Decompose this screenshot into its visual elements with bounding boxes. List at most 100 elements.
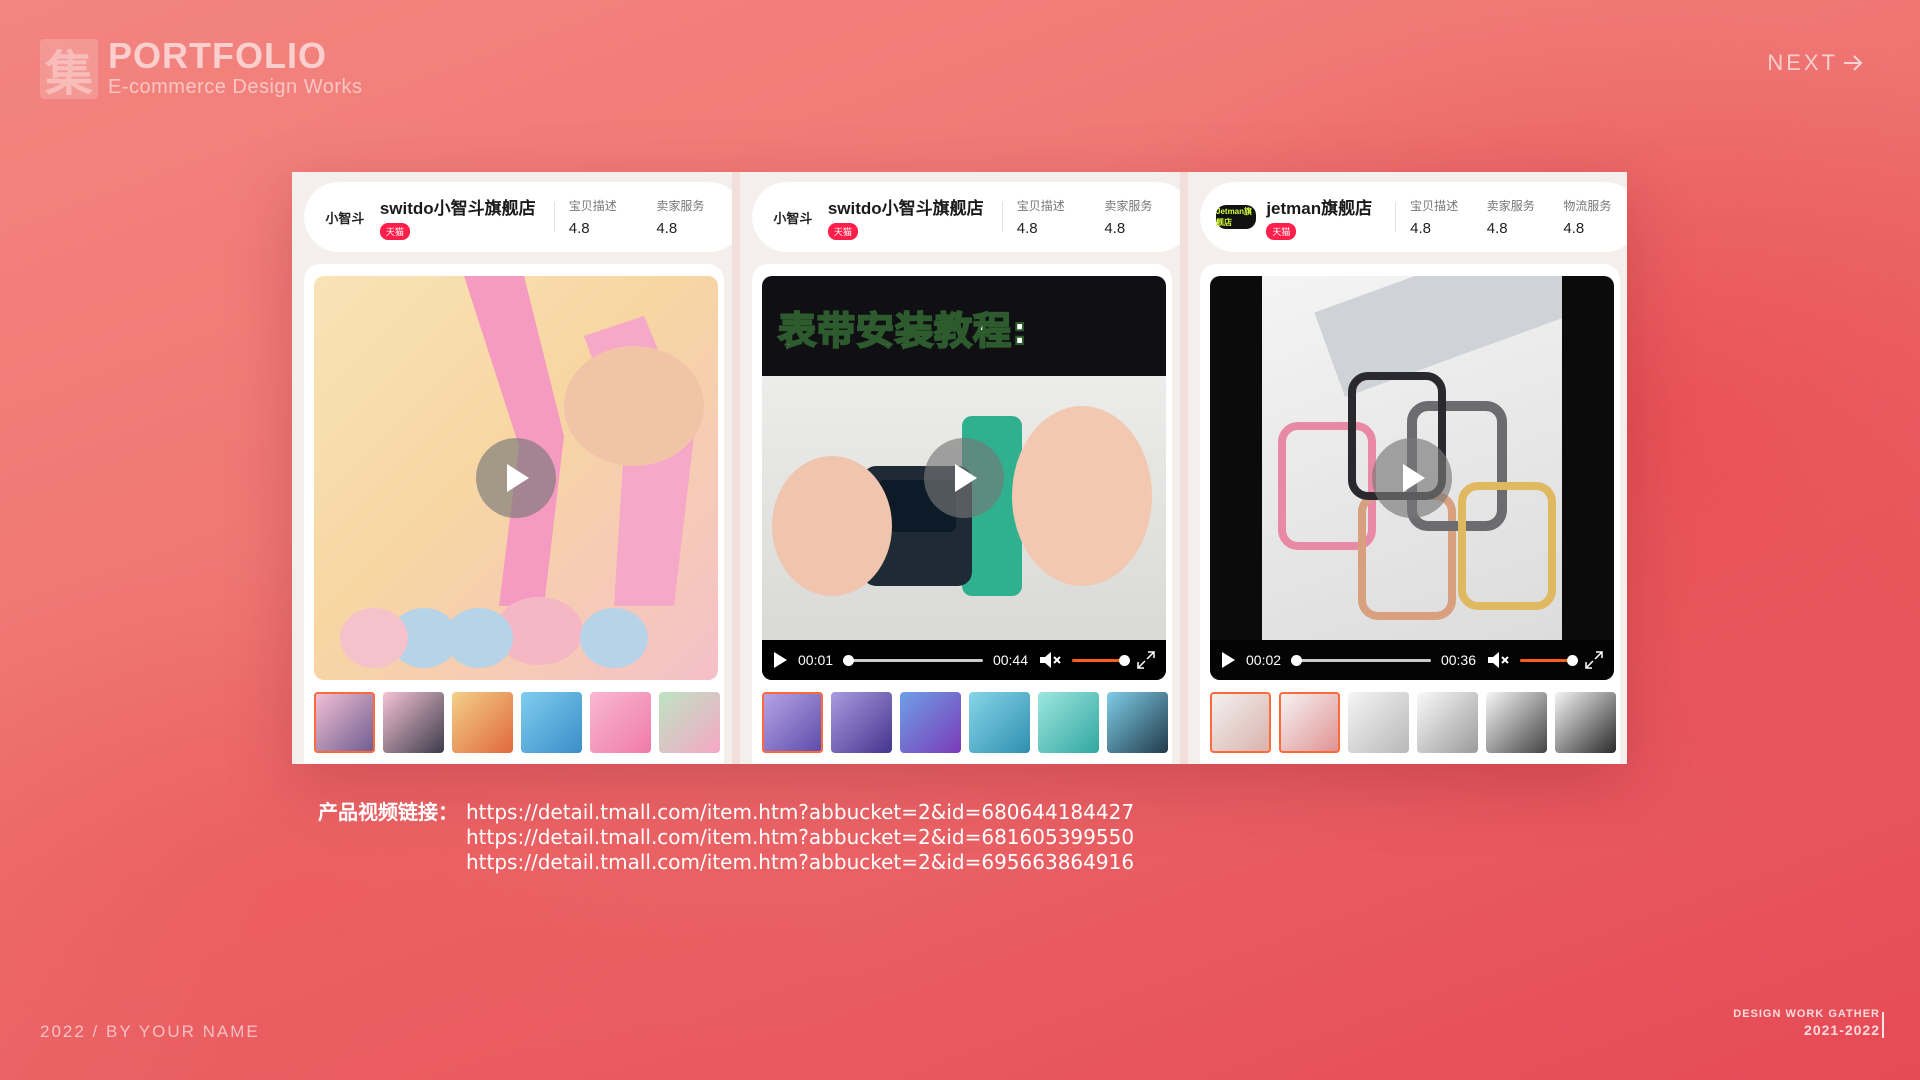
fullscreen-icon[interactable] [1584, 650, 1604, 670]
current-time: 00:01 [798, 652, 834, 668]
stat-service: 卖家服务 4.8 [1487, 197, 1564, 237]
footer-gather-label: DESIGN WORK GATHER [1733, 1008, 1880, 1020]
thumbnail[interactable] [1348, 692, 1409, 753]
links-label-spacer [318, 850, 466, 875]
stat-value: 4.8 [1410, 220, 1431, 237]
mute-icon[interactable] [1486, 650, 1510, 670]
seek-handle[interactable] [843, 654, 855, 666]
footer-years: 2021-2022 [1804, 1022, 1880, 1038]
product-showcase: 小智斗 switdo小智斗旗舰店 天猫 宝贝描述 4.8 卖家服务 4.8 小智… [292, 172, 1627, 764]
product-link[interactable]: https://detail.tmall.com/item.htm?abbuck… [466, 800, 1134, 825]
thumbnail[interactable] [383, 692, 444, 753]
next-button[interactable]: NEXT [1767, 50, 1864, 76]
thumbnail[interactable] [1107, 692, 1168, 753]
product-video[interactable]: 表带安装教程: 00:01 00:44 [762, 276, 1166, 680]
link-row: https://detail.tmall.com/item.htm?abbuck… [318, 850, 1134, 875]
stat-service: 卖家服务 4.8 [656, 197, 732, 237]
mute-icon[interactable] [1038, 650, 1062, 670]
thumbnail[interactable] [521, 692, 582, 753]
shop-logo: Jetman旗舰店 [1216, 205, 1257, 229]
product-panel-2: 小智斗 switdo小智斗旗舰店 天猫 宝贝描述 4.8 卖家服务 4.8 表带… [740, 172, 1180, 764]
product-video[interactable] [314, 276, 718, 680]
stat-description: 宝贝描述 4.8 [1410, 197, 1487, 237]
shop-info: switdo小智斗旗舰店 天猫 [827, 194, 994, 240]
thumbnail[interactable] [1210, 692, 1271, 753]
video-title-overlay: 表带安装教程: [777, 308, 1029, 354]
link-row: https://detail.tmall.com/item.htm?abbuck… [318, 825, 1134, 850]
thumbnail-strip [1210, 692, 1616, 753]
volume-handle[interactable] [1119, 654, 1130, 666]
seek-bar[interactable] [1291, 654, 1431, 666]
product-panel-1: 小智斗 switdo小智斗旗舰店 天猫 宝贝描述 4.8 卖家服务 4.8 [292, 172, 732, 764]
current-time: 00:02 [1246, 652, 1282, 668]
stat-value: 4.8 [656, 220, 678, 237]
links-label-spacer [318, 825, 466, 850]
stat-label: 宝贝描述 [1410, 199, 1459, 213]
shop-info: switdo小智斗旗舰店 天猫 [379, 194, 546, 240]
divider [1001, 202, 1003, 232]
product-link[interactable]: https://detail.tmall.com/item.htm?abbuck… [466, 850, 1134, 875]
volume-slider[interactable] [1520, 654, 1578, 666]
play-button[interactable] [476, 438, 556, 518]
thumbnail[interactable] [900, 692, 961, 753]
thumbnail[interactable] [659, 692, 720, 753]
shop-info: jetman旗舰店 天猫 [1266, 194, 1387, 240]
video-controls: 00:02 00:36 [1210, 640, 1614, 680]
volume-handle[interactable] [1567, 654, 1578, 666]
shop-name: switdo小智斗旗舰店 [827, 199, 984, 218]
thumbnail[interactable] [1486, 692, 1547, 753]
brand-logo: 集 [40, 38, 98, 102]
thumbnail[interactable] [1417, 692, 1478, 753]
play-button[interactable] [924, 438, 1004, 518]
thumbnail-strip [762, 692, 1168, 753]
duration: 00:36 [1440, 652, 1476, 668]
thumbnail[interactable] [831, 692, 892, 753]
play-icon [955, 464, 977, 492]
product-video[interactable]: 00:02 00:36 [1210, 276, 1614, 680]
footer-divider [1882, 1012, 1884, 1038]
thumbnail[interactable] [590, 692, 651, 753]
tmall-badge: 天猫 [1266, 223, 1297, 240]
thumbnail[interactable] [452, 692, 513, 753]
thumbnail[interactable] [1555, 692, 1616, 753]
shop-header[interactable]: Jetman旗舰店 jetman旗舰店 天猫 宝贝描述 4.8 卖家服务 4.8… [1200, 182, 1627, 252]
next-label: NEXT [1767, 50, 1838, 75]
duration: 00:44 [992, 652, 1028, 668]
portfolio-subtitle: E-commerce Design Works [108, 76, 363, 98]
portfolio-title: PORTFOLIO [108, 35, 327, 76]
seek-handle[interactable] [1291, 654, 1303, 666]
stat-value: 4.8 [1486, 220, 1508, 237]
stat-label: 卖家服务 [1104, 199, 1153, 213]
links-label: 产品视频链接： [318, 800, 458, 824]
seek-bar[interactable] [843, 654, 983, 666]
link-row: 产品视频链接： https://detail.tmall.com/item.ht… [318, 800, 1134, 825]
play-button[interactable] [1372, 438, 1452, 518]
thumbnail-strip [314, 692, 720, 753]
stat-value: 4.8 [568, 220, 590, 237]
stat-value: 4.8 [1016, 220, 1038, 237]
play-icon [507, 464, 529, 492]
thumbnail[interactable] [762, 692, 823, 753]
arrow-right-icon [1844, 55, 1863, 71]
shop-header[interactable]: 小智斗 switdo小智斗旗舰店 天猫 宝贝描述 4.8 卖家服务 4.8 [752, 182, 1180, 252]
divider [1395, 202, 1397, 232]
volume-slider[interactable] [1072, 654, 1130, 666]
shop-logo: 小智斗 [325, 210, 365, 226]
thumbnail[interactable] [969, 692, 1030, 753]
stat-label: 宝贝描述 [1016, 199, 1065, 213]
stat-value: 4.8 [1563, 220, 1585, 237]
thumbnail[interactable] [314, 692, 375, 753]
product-link[interactable]: https://detail.tmall.com/item.htm?abbuck… [466, 825, 1134, 850]
fullscreen-icon[interactable] [1136, 650, 1156, 670]
play-icon [1403, 464, 1425, 492]
shop-header[interactable]: 小智斗 switdo小智斗旗舰店 天猫 宝贝描述 4.8 卖家服务 4.8 [304, 182, 732, 252]
stat-label: 物流服务 [1563, 199, 1612, 213]
stat-description: 宝贝描述 4.8 [569, 197, 657, 237]
thumbnail[interactable] [1279, 692, 1340, 753]
video-controls: 00:01 00:44 [762, 640, 1166, 680]
play-icon[interactable] [1220, 651, 1236, 669]
play-icon[interactable] [772, 651, 788, 669]
stat-label: 卖家服务 [1486, 199, 1535, 213]
tmall-badge: 天猫 [379, 223, 410, 240]
thumbnail[interactable] [1038, 692, 1099, 753]
